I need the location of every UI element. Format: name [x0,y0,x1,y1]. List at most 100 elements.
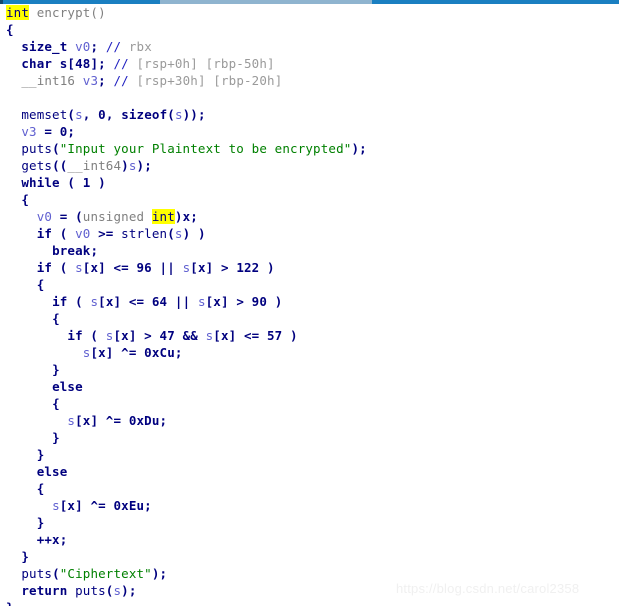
code-line[interactable]: { [0,310,619,327]
code-line[interactable]: else [0,463,619,480]
code-line[interactable]: if ( s[x] <= 96 || s[x] > 122 ) [0,259,619,276]
code-token-kw: [x] ^= 0xDu; [75,413,168,428]
code-line[interactable]: else [0,378,619,395]
code-token-kw: ; [98,73,114,88]
code-line[interactable]: gets((__int64)s); [0,157,619,174]
code-token-kw: [x] ^= 0xEu; [59,498,152,513]
code-token-kw: if ( [36,260,76,275]
code-token-kw: } [36,515,45,530]
code-line[interactable]: if ( s[x] <= 64 || s[x] > 90 ) [0,293,619,310]
code-token-fn: puts [21,566,53,581]
code-line[interactable]: } [0,446,619,463]
code-line[interactable]: if ( v0 >= strlen(s) ) [0,225,619,242]
code-token-hl: int [151,209,175,224]
code-token-kw: )x; [174,209,198,224]
code-token-var: s [75,260,83,275]
code-token-var: v3 [21,124,37,139]
code-token-kw: else [52,379,83,394]
code-token-kw: break; [52,243,99,258]
code-token-var: v0 [75,39,91,54]
code-line[interactable]: puts("Input your Plaintext to be encrypt… [0,140,619,157]
code-token-kw: [x] <= 64 || [98,294,198,309]
code-line[interactable]: char s[48]; // [rsp+0h] [rbp-50h] [0,55,619,72]
code-token-kw: ) [121,158,129,173]
code-token-var: s [174,107,183,122]
code-line[interactable]: } [0,599,619,606]
code-token-kw: { [6,22,14,37]
code-token-kw: [x] <= 57 ) [213,328,298,343]
code-token-kw: } [6,600,14,606]
code-line[interactable]: { [0,276,619,293]
code-line[interactable]: v0 = (unsigned int)x; [0,208,619,225]
code-line[interactable]: } [0,548,619,565]
code-line[interactable]: int encrypt() [0,4,619,21]
code-token-kw: else [36,464,68,479]
code-token-kw: } [21,549,30,564]
code-token-kw: ); [121,583,137,598]
code-token-kw: [x] > 122 ) [190,260,275,275]
code-token-kw: , 0, [82,107,122,122]
code-line[interactable]: puts("Ciphertext"); [0,565,619,582]
code-line[interactable]: memset(s, 0, sizeof(s)); [0,106,619,123]
code-token-kw: { [36,481,45,496]
code-token-kw: if ( [36,226,76,241]
code-token-kw: ( [52,141,60,156]
code-token-kw: if ( [67,328,106,343]
code-line[interactable]: { [0,191,619,208]
code-token-var: s [90,294,99,309]
pseudocode-view[interactable]: int encrypt(){ size_t v0; // rbx char s[… [0,4,619,606]
code-token-kw: ) ) [182,226,206,241]
code-token-str: "Ciphertext" [59,566,152,581]
code-token-var: v0 [75,226,91,241]
code-line[interactable]: } [0,429,619,446]
code-token-kw: ); [351,141,367,156]
code-line[interactable]: s[x] ^= 0xCu; [0,344,619,361]
code-line[interactable]: if ( s[x] > 47 && s[x] <= 57 ) [0,327,619,344]
code-token-type: unsigned [82,209,152,224]
code-line[interactable]: s[x] ^= 0xDu; [0,412,619,429]
code-token-hl: int [6,5,30,20]
code-line[interactable]: v3 = 0; [0,123,619,140]
code-token-type: __int16 [21,73,76,88]
code-line[interactable]: { [0,21,619,38]
code-line[interactable]: { [0,395,619,412]
code-token-kw: ( [52,566,60,581]
code-token-kw: } [36,447,45,462]
code-line[interactable]: size_t v0; // rbx [0,38,619,55]
code-token-fn: memset [21,107,68,122]
code-line[interactable]: s[x] ^= 0xEu; [0,497,619,514]
code-line[interactable]: while ( 1 ) [0,174,619,191]
code-token-kw: { [36,277,45,292]
code-line[interactable]: { [0,480,619,497]
code-line[interactable]: ++x; [0,531,619,548]
code-line[interactable]: } [0,514,619,531]
code-line-list[interactable]: int encrypt(){ size_t v0; // rbx char s[… [0,4,619,606]
code-token-var: s [174,226,183,241]
code-token-kw: sizeof [121,107,168,122]
code-token-fn: puts [21,141,53,156]
code-line[interactable]: break; [0,242,619,259]
code-line[interactable]: } [0,361,619,378]
code-line[interactable] [0,89,619,106]
code-token-str: "Input your Plaintext to be encrypted" [59,141,352,156]
code-token-kw: ++x; [36,532,68,547]
code-token-kw: ); [136,158,152,173]
code-token-kw: while ( 1 ) [21,175,106,190]
code-token-cmt-txt: rbx [121,39,152,54]
code-token-type: __int64 [67,158,122,173]
code-line[interactable]: __int16 v3; // [rsp+30h] [rbp-20h] [0,72,619,89]
code-token-fn: strlen [121,226,168,241]
code-token-kw: = 0; [36,124,76,139]
code-token-var: s [75,107,83,122]
